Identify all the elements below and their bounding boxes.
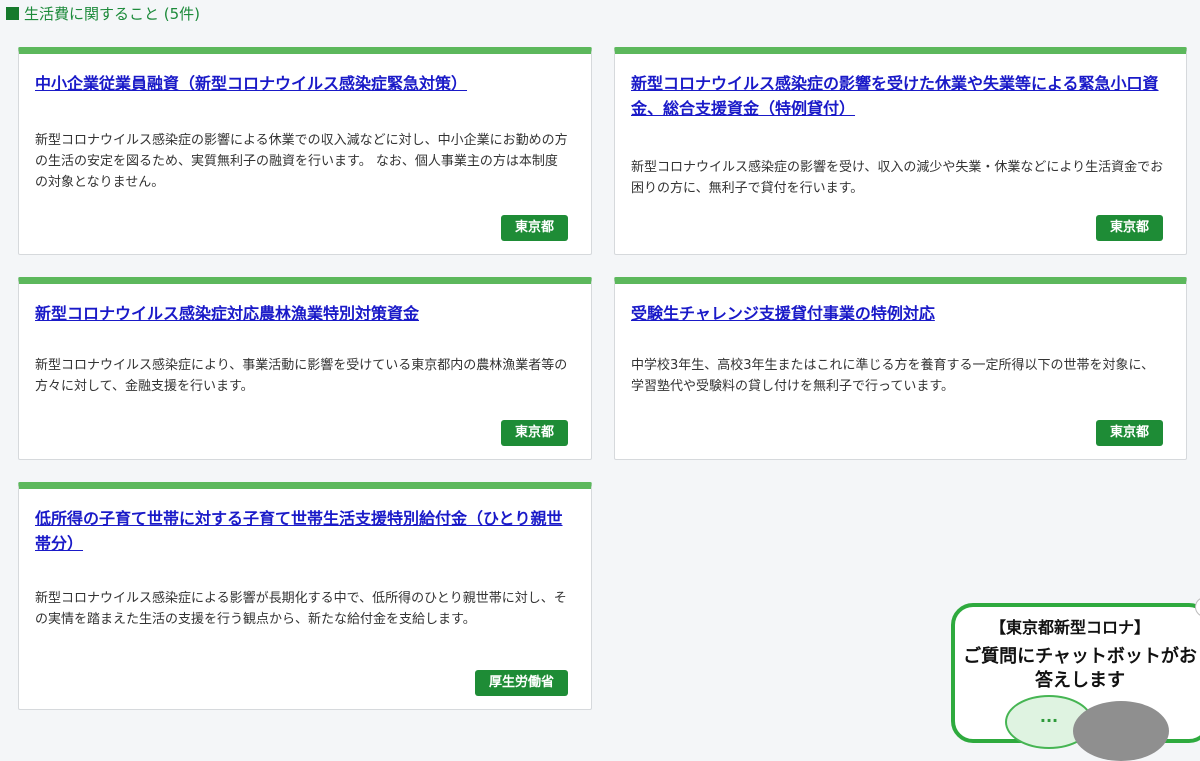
card-description: 新型コロナウイルス感染症の影響による休業での収入減などに対し、中小企業にお勤めの… <box>35 133 568 190</box>
card-title-link[interactable]: 中小企業従業員融資（新型コロナウイルス感染症緊急対策） <box>35 71 569 96</box>
card-title-link[interactable]: 受験生チャレンジ支援貸付事業の特例対応 <box>631 301 1164 326</box>
card-title-link[interactable]: 新型コロナウイルス感染症の影響を受けた休業や失業等による緊急小口資金、総合支援資… <box>631 71 1164 121</box>
close-icon[interactable]: ✕ <box>1195 597 1200 617</box>
card-agriculture-fund: 新型コロナウイルス感染症対応農林漁業特別対策資金 新型コロナウイルス感染症により… <box>18 277 592 460</box>
card-tag-badge: 厚生労働省 <box>474 670 568 696</box>
card-single-parent-benefit: 低所得の子育て世帯に対する子育て世帯生活支援特別給付金（ひとり親世帯分） 新型コ… <box>18 482 592 710</box>
chatbot-message: ご質問にチャットボットがお答えします <box>963 646 1197 691</box>
card-tag-badge: 東京都 <box>500 420 568 446</box>
section-title: 生活費に関すること (5件) <box>24 4 201 23</box>
card-description: 新型コロナウイルス感染症の影響を受け、収入の減少や失業・休業などにより生活資金で… <box>631 160 1164 196</box>
card-exam-support: 受験生チャレンジ支援貸付事業の特例対応 中学校3年生、高校3年生またはこれに準じ… <box>614 277 1187 460</box>
card-tag-badge: 東京都 <box>500 215 568 241</box>
card-description: 中学校3年生、高校3年生またはこれに準じる方を養育する一定所得以下の世帯を対象に… <box>631 358 1155 394</box>
card-employee-loan: 中小企業従業員融資（新型コロナウイルス感染症緊急対策） 新型コロナウイルス感染症… <box>18 47 592 255</box>
card-tag-badge: 東京都 <box>1095 215 1163 241</box>
card-emergency-fund: 新型コロナウイルス感染症の影響を受けた休業や失業等による緊急小口資金、総合支援資… <box>614 47 1187 255</box>
chatbot-widget[interactable]: 【東京都新型コロナ】 ご質問にチャットボットがお答えします ... ✕ <box>951 597 1200 761</box>
card-description: 新型コロナウイルス感染症により、事業活動に影響を受けている東京都内の農林漁業者等… <box>35 358 568 394</box>
chat-bubble-gray-icon <box>1073 701 1169 761</box>
chatbot-title: 【東京都新型コロナ】 <box>989 618 1150 637</box>
green-square-icon <box>6 6 19 20</box>
card-tag-badge: 東京都 <box>1095 420 1163 446</box>
card-description: 新型コロナウイルス感染症による影響が長期化する中で、低所得のひとり親世帯に対し、… <box>35 591 567 627</box>
card-title-link[interactable]: 低所得の子育て世帯に対する子育て世帯生活支援特別給付金（ひとり親世帯分） <box>35 506 569 556</box>
section-heading: 生活費に関すること (5件) <box>6 3 200 23</box>
card-title-link[interactable]: 新型コロナウイルス感染症対応農林漁業特別対策資金 <box>35 301 569 326</box>
